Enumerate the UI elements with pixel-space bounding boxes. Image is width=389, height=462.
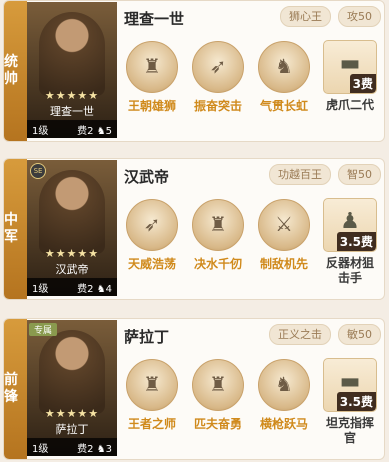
skill-label: 制敌机先 — [259, 257, 308, 271]
hero-stat-tag: 攻50 — [338, 6, 381, 27]
tank-icon: ▬ — [339, 51, 361, 76]
skill-1[interactable]: ♜ 王者之师 — [120, 359, 184, 431]
equipment-label: 虎爪二代 — [325, 98, 374, 112]
position-label: 中军 — [4, 159, 27, 299]
hero-title: 萨拉丁 — [124, 328, 170, 346]
equipment-cost: 3费 — [349, 74, 376, 93]
hero-stat-tag: 敏50 — [338, 324, 381, 345]
hero-level: 1级 — [32, 283, 49, 295]
equipment-icon-box: ▬ 3.5费 — [323, 358, 377, 412]
skill-label: 王朝雄狮 — [127, 99, 176, 113]
hero-portrait[interactable]: ★★★★★ 理查一世 1级 费2 ♞5 — [27, 2, 117, 138]
se-badge: SE — [30, 163, 46, 179]
hero-title: 汉武帝 — [124, 168, 170, 186]
skill-label: 气贯长虹 — [259, 99, 308, 113]
hero-info-bar: 1级 费2 ♞4 — [27, 278, 117, 296]
hero-card-2[interactable]: 中军 SE ★★★★★ 汉武帝 1级 费2 ♞4 汉武帝 功越百王 智50 ➶ … — [3, 158, 385, 300]
hero-cost: 费2 ♞4 — [77, 283, 112, 295]
soldier-icon: ♜ — [209, 372, 227, 396]
hero-figure — [39, 170, 105, 254]
position-label: 前锋 — [4, 319, 27, 459]
skill-label: 匹夫奋勇 — [193, 417, 242, 431]
equipment-item[interactable]: ♟ 3.5费 反器材狙击手 — [321, 198, 379, 286]
skill-1[interactable]: ➶ 天威浩荡 — [120, 199, 184, 271]
skill-icon: ♜ — [192, 359, 244, 411]
skill-icon: ➶ — [192, 41, 244, 93]
troop-icon: ♞ — [96, 125, 106, 137]
hero-portrait[interactable]: SE ★★★★★ 汉武帝 1级 费2 ♞4 — [27, 160, 117, 296]
hero-stars: ★★★★★ — [44, 407, 100, 420]
skill-icon: ♜ — [126, 359, 178, 411]
hero-level: 1级 — [32, 125, 49, 137]
hero-figure — [39, 330, 105, 414]
hero-figure — [39, 12, 105, 96]
tank-icon: ▬ — [339, 369, 361, 394]
troop-icon: ♞ — [96, 283, 106, 295]
skill-icon: ♜ — [126, 41, 178, 93]
equipment-item[interactable]: ▬ 3.5费 坦克指挥官 — [321, 358, 379, 446]
equipment-item[interactable]: ▬ 3费 虎爪二代 — [321, 40, 379, 113]
skill-icon: ➶ — [126, 199, 178, 251]
skill-1[interactable]: ♜ 王朝雄狮 — [120, 41, 184, 113]
skill-label: 横枪跃马 — [259, 417, 308, 431]
skill-icon: ⚔ — [258, 199, 310, 251]
hero-stars: ★★★★★ — [44, 89, 100, 102]
skill-2[interactable]: ➶ 振奋突击 — [186, 41, 250, 113]
equipment-label: 反器材狙击手 — [325, 256, 374, 285]
position-label: 统帅 — [4, 1, 27, 141]
horse-icon: ♞ — [275, 54, 293, 78]
hero-name: 萨拉丁 — [55, 423, 89, 436]
hero-card-3[interactable]: 前锋 专属 ★★★★★ 萨拉丁 1级 费2 ♞3 萨拉丁 正义之击 敏50 ♜ … — [3, 318, 385, 460]
troop-icon: ♞ — [96, 443, 106, 455]
equipment-icon-box: ♟ 3.5费 — [323, 198, 377, 252]
spear-icon: ➶ — [209, 54, 227, 78]
hero-cost: 费2 ♞3 — [77, 443, 112, 455]
hero-level: 1级 — [32, 443, 49, 455]
equipment-icon-box: ▬ 3费 — [323, 40, 377, 94]
skill-3[interactable]: ♞ 横枪跃马 — [252, 359, 316, 431]
soldier-icon: ♜ — [143, 372, 161, 396]
hero-portrait[interactable]: 专属 ★★★★★ 萨拉丁 1级 费2 ♞3 — [27, 320, 117, 456]
skill-3[interactable]: ⚔ 制敌机先 — [252, 199, 316, 271]
skill-label: 王者之师 — [127, 417, 176, 431]
hero-trait-tag: 正义之击 — [269, 324, 331, 345]
skill-2[interactable]: ♜ 匹夫奋勇 — [186, 359, 250, 431]
hero-stars: ★★★★★ — [44, 247, 100, 260]
hero-cost: 费2 ♞5 — [77, 125, 112, 137]
hero-title: 理查一世 — [124, 10, 185, 28]
skill-label: 天威浩荡 — [127, 257, 176, 271]
hero-card-1[interactable]: 统帅 ★★★★★ 理查一世 1级 费2 ♞5 理查一世 狮心王 攻50 ♜ 王朝… — [3, 0, 385, 142]
equipment-cost: 3.5费 — [336, 232, 376, 251]
hero-trait-tag: 功越百王 — [269, 164, 331, 185]
skill-icon: ♜ — [192, 199, 244, 251]
sniper-icon: ♟ — [340, 209, 360, 234]
hero-name: 汉武帝 — [55, 263, 89, 276]
skill-3[interactable]: ♞ 气贯长虹 — [252, 41, 316, 113]
sword-icon: ⚔ — [275, 212, 293, 236]
hero-info-bar: 1级 费2 ♞5 — [27, 120, 117, 138]
skill-label: 振奋突击 — [193, 99, 242, 113]
equipment-cost: 3.5费 — [336, 392, 376, 411]
skill-icon: ♞ — [258, 359, 310, 411]
skill-label: 决水千仞 — [193, 257, 242, 271]
exclusive-badge: 专属 — [29, 323, 58, 336]
horse-icon: ♞ — [275, 372, 293, 396]
soldier-icon: ♜ — [143, 54, 161, 78]
spear-icon: ➶ — [143, 212, 161, 236]
soldier-icon: ♜ — [209, 212, 227, 236]
equipment-label: 坦克指挥官 — [325, 416, 374, 445]
hero-trait-tag: 狮心王 — [280, 6, 331, 27]
hero-info-bar: 1级 费2 ♞3 — [27, 438, 117, 456]
hero-stat-tag: 智50 — [338, 164, 381, 185]
skill-2[interactable]: ♜ 决水千仞 — [186, 199, 250, 271]
skill-icon: ♞ — [258, 41, 310, 93]
hero-name: 理查一世 — [50, 105, 94, 118]
